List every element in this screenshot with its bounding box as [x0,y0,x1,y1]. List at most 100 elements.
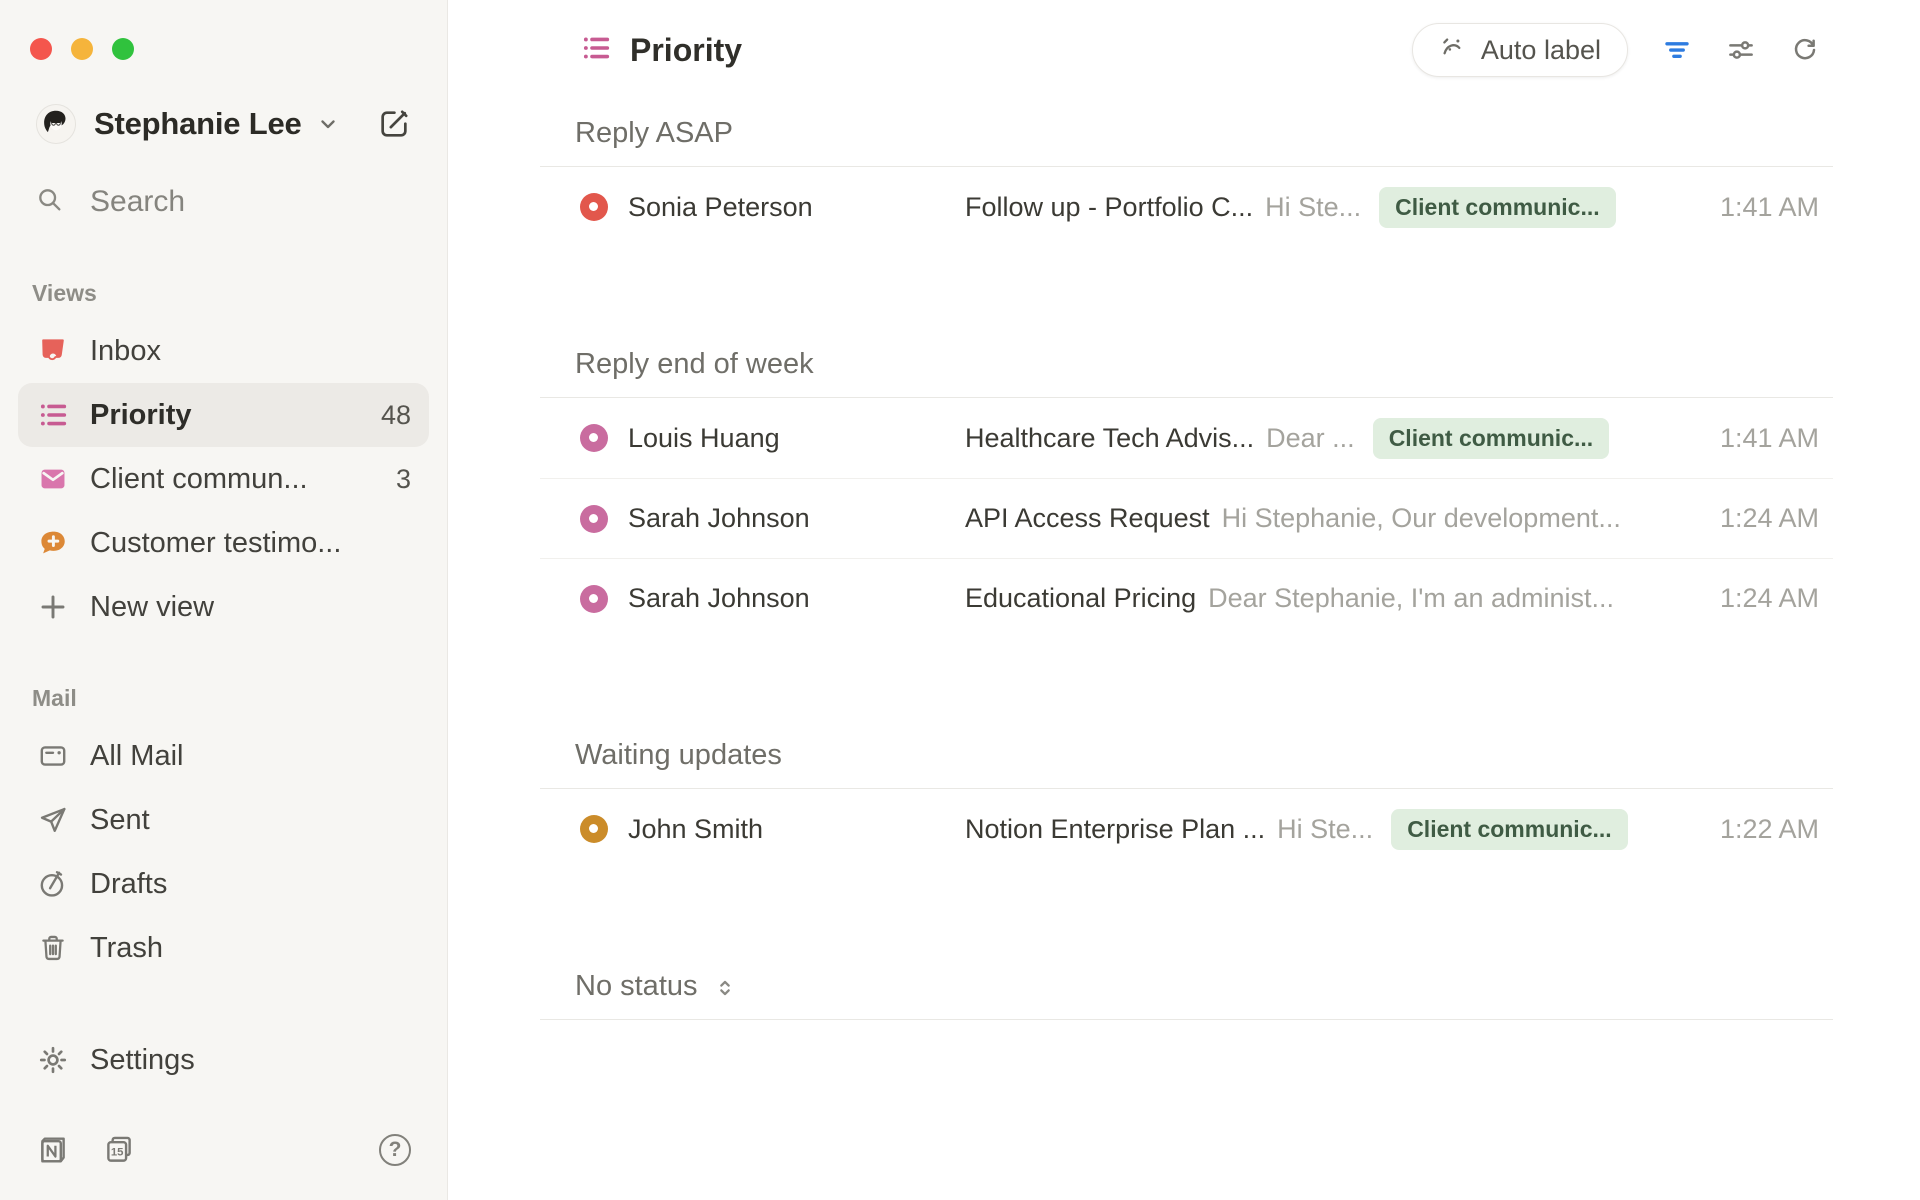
email-row[interactable]: Louis Huang Healthcare Tech Advis... Dea… [540,398,1833,478]
section-reply-end-of-week: Reply end of week Louis Huang Healthcare… [540,347,1833,638]
calendar-app-icon[interactable]: 15 [102,1133,136,1167]
section-title-text: No status [575,970,698,1003]
email-snippet: Dear Stephanie, I'm an administ... [1208,583,1614,614]
sidebar-item-client-communication[interactable]: Client commun... 3 [18,447,429,511]
priority-list-icon [580,32,612,69]
mail-section-label: Mail [32,685,447,712]
sidebar-item-new-view[interactable]: New view [18,575,429,639]
sidebar-item-all-mail[interactable]: All Mail [18,724,429,788]
wand-icon [1439,34,1467,67]
main-header: Priority Auto label [448,0,1920,100]
envelope-icon [36,463,70,495]
refresh-button[interactable] [1790,35,1820,65]
email-snippet: Hi Ste... [1265,192,1361,223]
window-controls [0,0,447,60]
email-label-badge[interactable]: Client communic... [1373,418,1609,459]
email-time: 1:22 AM [1709,814,1819,845]
section-reply-asap: Reply ASAP Sonia Peterson Follow up - Po… [540,116,1833,247]
compose-button[interactable] [377,107,411,141]
email-subject: Follow up - Portfolio C... [965,192,1253,223]
email-sender: John Smith [628,814,965,845]
drafts-icon [36,868,70,900]
sidebar-item-label: Settings [90,1044,195,1077]
section-divider [540,1019,1833,1020]
chat-plus-icon [36,527,70,559]
section-waiting-updates: Waiting updates John Smith Notion Enterp… [540,738,1833,869]
sidebar-item-drafts[interactable]: Drafts [18,852,429,916]
email-time: 1:24 AM [1709,583,1819,614]
section-title-text: Reply ASAP [575,117,733,150]
sidebar-item-label: Customer testimo... [90,527,341,560]
sidebar-item-label: Trash [90,932,163,965]
auto-label-button[interactable]: Auto label [1412,23,1628,77]
email-row[interactable]: Sonia Peterson Follow up - Portfolio C..… [540,167,1833,247]
expand-collapse-icon[interactable] [712,975,738,1001]
status-dot-icon [580,815,608,843]
sidebar-item-label: Inbox [90,335,161,368]
email-row[interactable]: John Smith Notion Enterprise Plan ... Hi… [540,789,1833,869]
section-title: No status [575,969,1833,1003]
email-time: 1:24 AM [1709,503,1819,534]
sidebar-item-sent[interactable]: Sent [18,788,429,852]
email-subject: API Access Request [965,503,1210,534]
zoom-window-button[interactable] [112,38,134,60]
status-dot-icon [580,424,608,452]
email-subject: Healthcare Tech Advis... [965,423,1254,454]
unread-count: 48 [381,400,411,431]
sidebar-item-customer-testimonials[interactable]: Customer testimo... [18,511,429,575]
unread-count: 3 [396,464,411,495]
section-no-status: No status [540,969,1833,1020]
section-title: Reply end of week [575,347,1833,381]
sidebar: Stephanie Lee Search Views [0,0,448,1200]
sidebar-item-label: Client commun... [90,463,308,496]
sidebar-item-trash[interactable]: Trash [18,916,429,980]
email-sender: Louis Huang [628,423,965,454]
email-sender: Sarah Johnson [628,503,965,534]
email-label-badge[interactable]: Client communic... [1379,187,1615,228]
main-panel: Priority Auto label [448,0,1920,1200]
minimize-window-button[interactable] [71,38,93,60]
priority-list-icon [36,399,70,431]
section-title: Waiting updates [575,738,1833,772]
sidebar-item-label: New view [90,591,214,624]
auto-label-button-label: Auto label [1481,35,1601,66]
search-input[interactable]: Search [0,182,447,222]
sidebar-item-label: Drafts [90,868,167,901]
inbox-icon [36,335,70,367]
filter-button[interactable] [1662,35,1692,65]
svg-text:15: 15 [111,1146,124,1158]
chevron-down-icon [316,112,340,141]
gear-icon [36,1044,70,1076]
email-snippet: Dear ... [1266,423,1355,454]
sidebar-item-settings[interactable]: Settings [18,1028,429,1092]
email-sender: Sarah Johnson [628,583,965,614]
email-time: 1:41 AM [1709,423,1819,454]
status-dot-icon [580,505,608,533]
search-icon [36,186,64,219]
notion-app-icon[interactable] [36,1133,70,1167]
sidebar-item-priority[interactable]: Priority 48 [18,383,429,447]
display-settings-button[interactable] [1726,35,1756,65]
email-sender: Sonia Peterson [628,192,965,223]
email-snippet: Hi Ste... [1277,814,1373,845]
sidebar-item-inbox[interactable]: Inbox [18,319,429,383]
account-switcher[interactable]: Stephanie Lee [0,102,447,146]
email-row[interactable]: Sarah Johnson Educational Pricing Dear S… [540,558,1833,638]
profile-name: Stephanie Lee [94,106,302,142]
email-row[interactable]: Sarah Johnson API Access Request Hi Step… [540,478,1833,558]
send-icon [36,804,70,836]
close-window-button[interactable] [30,38,52,60]
avatar [36,104,76,144]
sidebar-footer: 15 ? [0,1118,447,1182]
email-list: Reply ASAP Sonia Peterson Follow up - Po… [540,100,1833,1020]
app-window: Stephanie Lee Search Views [0,0,1920,1200]
email-subject: Educational Pricing [965,583,1196,614]
email-time: 1:41 AM [1709,192,1819,223]
section-title-text: Reply end of week [575,348,814,381]
sidebar-bottom: Settings 15 ? [0,1028,447,1200]
help-button[interactable]: ? [379,1134,411,1166]
email-label-badge[interactable]: Client communic... [1391,809,1627,850]
plus-icon [36,591,70,623]
status-dot-icon [580,585,608,613]
all-mail-icon [36,740,70,772]
